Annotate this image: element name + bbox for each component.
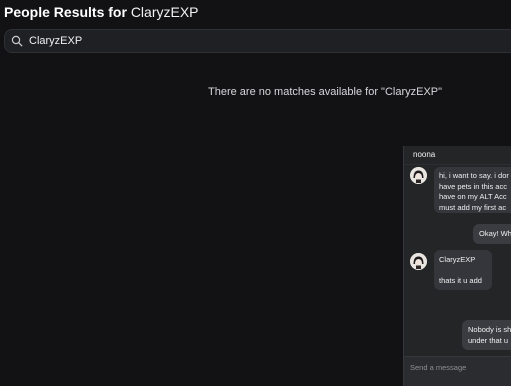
chat-header[interactable]: noona [404, 146, 511, 165]
search-input[interactable] [29, 33, 329, 49]
message-bubble-received: hi, i want to say. i dor have pets in th… [434, 167, 511, 213]
page-title-prefix: People Results for [4, 4, 131, 20]
avatar[interactable] [410, 253, 427, 270]
message-bubble-sent: Okay! Why [473, 224, 511, 244]
avatar[interactable] [410, 167, 427, 184]
message-line: have pets in this acc [439, 181, 507, 191]
search-icon [11, 35, 23, 47]
message-line: Nobody is sh [468, 325, 511, 334]
message-line: have on my ALT Acc [439, 192, 507, 201]
message-input[interactable] [410, 361, 510, 373]
chat-window[interactable]: noona hi, i want to say. i dor have pets… [403, 146, 511, 386]
message-line: thats it u add [439, 276, 482, 285]
page-title-query: ClaryzEXP [130, 4, 199, 20]
search-bar[interactable] [4, 29, 511, 53]
message-line: Okay! Why [479, 229, 511, 238]
chat-title: noona [413, 150, 436, 159]
message-line: must add my first ac [439, 202, 507, 212]
page-title: People Results for ClaryzEXP [4, 4, 199, 21]
avatar-image [410, 167, 427, 184]
empty-results-message: There are no matches available for "Clar… [208, 86, 443, 98]
message-line: ClaryzEXP [439, 255, 476, 264]
message-line: under that u [468, 335, 509, 345]
message-bubble-sent: Nobody is sh under that u [462, 320, 511, 350]
avatar-image [410, 253, 427, 270]
message-composer[interactable] [404, 356, 511, 386]
message-line [439, 266, 487, 277]
message-bubble-received: ClaryzEXP thats it u add [434, 250, 492, 290]
message-line: hi, i want to say. i dor [439, 171, 509, 180]
